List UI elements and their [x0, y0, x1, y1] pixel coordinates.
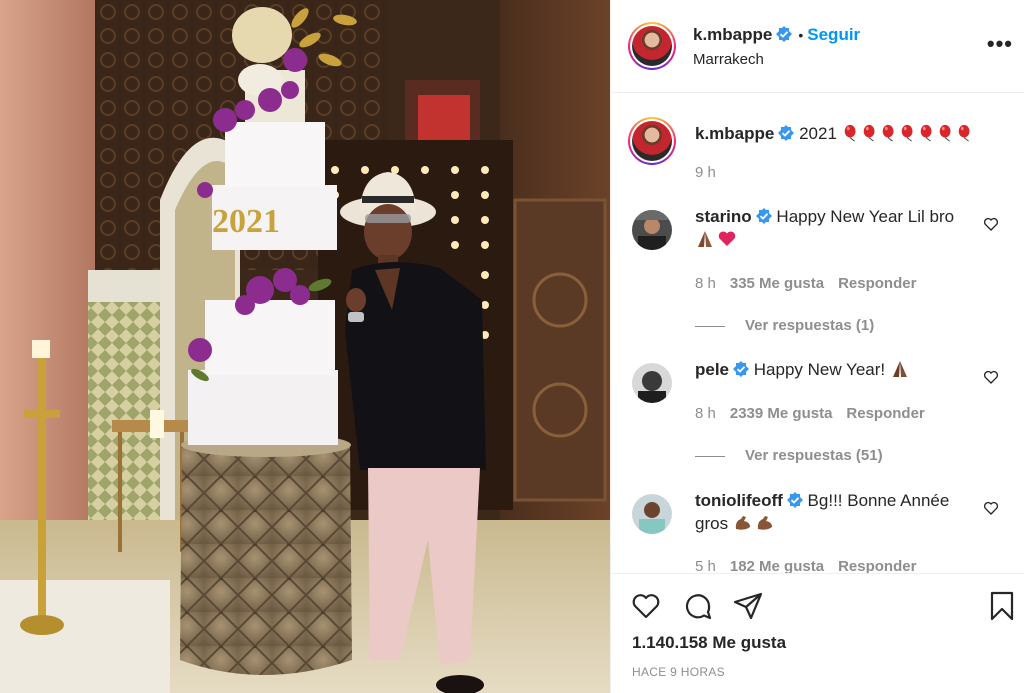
view-replies-label: Ver respuestas (51) — [745, 447, 883, 464]
comment-time[interactable]: 8 h — [695, 275, 716, 292]
verified-badge-icon — [776, 26, 793, 42]
like-comment-heart-icon[interactable] — [983, 216, 999, 232]
comment-text: Happy New Year Lil bro — [776, 207, 955, 226]
like-comment-heart-icon[interactable] — [983, 500, 999, 516]
post-sidebar: k.mbappe • Seguir Marrakech ••• k.mbappe 2… — [610, 0, 1024, 693]
balloon-icon — [920, 124, 932, 142]
caption-text: 2021 — [799, 124, 837, 143]
post-header: k.mbappe • Seguir Marrakech ••• — [611, 0, 1024, 93]
likes-count[interactable]: 1.140.158 Me gusta — [632, 633, 786, 653]
comment-username[interactable]: starino — [695, 207, 752, 226]
post-location[interactable]: Marrakech — [693, 51, 764, 68]
balloon-icon — [958, 124, 970, 142]
red-heart-icon — [718, 231, 736, 246]
balloon-icon — [901, 124, 913, 142]
view-replies-button[interactable]: Ver respuestas (51) — [695, 447, 883, 464]
replies-divider — [695, 325, 725, 327]
comment-time[interactable]: 8 h — [695, 405, 716, 422]
comment-likes[interactable]: 335 Me gusta — [730, 275, 824, 292]
reply-button[interactable]: Responder — [838, 558, 916, 573]
reply-button[interactable]: Responder — [846, 405, 924, 422]
comment-meta: 8 h 2339 Me gusta Responder — [695, 405, 939, 422]
commenter-avatar[interactable] — [632, 363, 672, 403]
comment-meta: 8 h 335 Me gusta Responder — [695, 275, 930, 292]
caption-username[interactable]: k.mbappe — [695, 124, 774, 143]
replies-divider — [695, 455, 725, 457]
comment-body: starino Happy New Year Lil bro — [695, 205, 975, 251]
author-avatar[interactable] — [628, 22, 676, 70]
balloon-icon — [939, 124, 951, 142]
balloon-icon — [882, 124, 894, 142]
comment-body: pele Happy New Year! — [695, 358, 975, 381]
caption-text-line: k.mbappe 2021 — [695, 122, 995, 145]
view-replies-button[interactable]: Ver respuestas (1) — [695, 317, 874, 334]
reply-button[interactable]: Responder — [838, 275, 916, 292]
verified-badge-icon — [733, 361, 750, 377]
balloon-icon — [863, 124, 875, 142]
like-comment-heart-icon[interactable] — [983, 369, 999, 385]
separator-dot: • — [798, 27, 804, 43]
commenter-avatar[interactable] — [632, 210, 672, 250]
heart-icon[interactable] — [630, 590, 662, 622]
comment-likes[interactable]: 2339 Me gusta — [730, 405, 833, 422]
author-username[interactable]: k.mbappe — [693, 25, 772, 44]
comment-icon[interactable] — [682, 590, 714, 622]
comment-username[interactable]: toniolifeoff — [695, 491, 783, 510]
bookmark-icon[interactable] — [986, 590, 1018, 622]
comment-body: toniolifeoff Bg!!! Bonne Année gros — [695, 489, 985, 535]
post-timestamp[interactable]: HACE 9 HORAS — [632, 665, 725, 679]
comment-time[interactable]: 5 h — [695, 558, 716, 573]
balloon-icon — [844, 124, 856, 142]
post-photo[interactable]: 2021 — [0, 0, 610, 693]
caption-avatar[interactable] — [628, 117, 676, 165]
flexed-biceps-icon — [757, 516, 772, 530]
share-icon[interactable] — [732, 590, 764, 622]
balloon-emojis — [842, 124, 975, 143]
author-line: k.mbappe • Seguir — [693, 25, 860, 45]
comment-meta: 5 h 182 Me gusta Responder — [695, 558, 930, 573]
caption-time[interactable]: 9 h — [695, 164, 716, 181]
praying-hands-icon — [698, 231, 712, 247]
verified-badge-icon — [786, 492, 803, 508]
praying-hands-icon — [892, 361, 907, 377]
flexed-biceps-icon — [735, 516, 750, 530]
view-replies-label: Ver respuestas (1) — [745, 317, 875, 334]
follow-button[interactable]: Seguir — [807, 25, 860, 44]
comment-username[interactable]: pele — [695, 360, 729, 379]
comment-likes[interactable]: 182 Me gusta — [730, 558, 824, 573]
comments-list[interactable]: k.mbappe 2021 9 h starino Happy New Year… — [611, 93, 1024, 573]
more-options-button[interactable]: ••• — [987, 33, 1013, 55]
verified-badge-icon — [755, 208, 772, 224]
commenter-avatar[interactable] — [632, 494, 672, 534]
party-scene-image: 2021 — [0, 0, 610, 693]
cake-2021-text: 2021 — [212, 203, 280, 240]
verified-badge-icon — [778, 125, 795, 141]
post-actions: 1.140.158 Me gusta HACE 9 HORAS — [611, 573, 1024, 693]
comment-text: Happy New Year! — [753, 360, 886, 379]
